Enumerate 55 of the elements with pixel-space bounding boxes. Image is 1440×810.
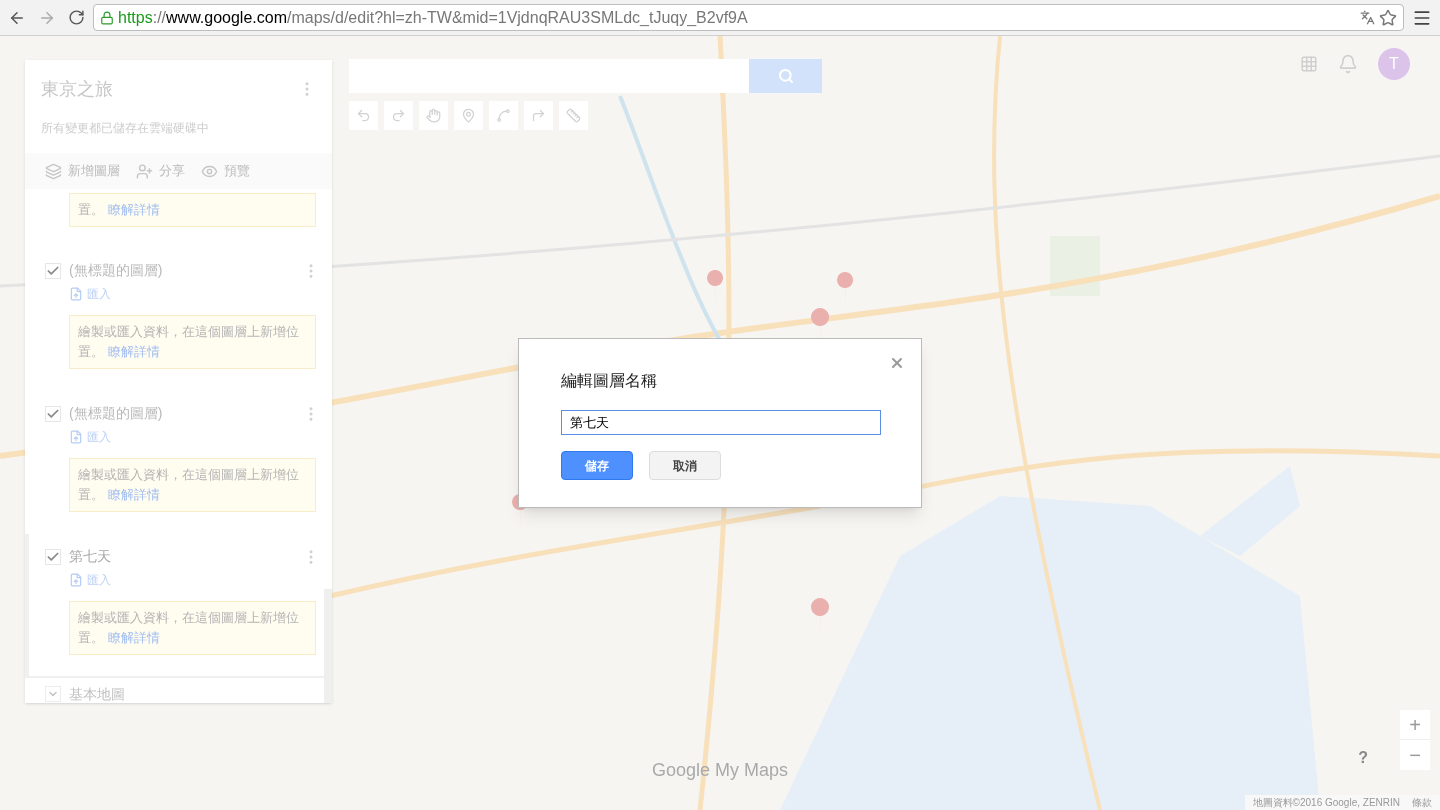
tip-text: 繪製或匯入資料，在這個圖層上新增位置。 瞭解詳情 <box>78 466 300 504</box>
learn-more-link[interactable]: 瞭解詳情 <box>107 202 160 217</box>
directions-icon[interactable] <box>524 101 553 130</box>
layer-checkbox[interactable] <box>45 405 61 422</box>
layer-name[interactable]: (無標題的圖層) <box>69 403 302 424</box>
import-button[interactable]: 匯入 <box>69 571 111 589</box>
tip-text: 置。 瞭解詳情 <box>78 201 161 219</box>
import-button[interactable]: 匯入 <box>69 285 111 303</box>
toolbar-action[interactable]: 分享 <box>136 161 185 181</box>
zoom-in-button[interactable]: + <box>1400 710 1430 740</box>
layer-checkbox[interactable] <box>45 262 61 279</box>
address-bar[interactable]: https://www.google.com/maps/d/edit?hl=zh-TW&mid=1VjdnqRAU3SMLdc_tJuqy_B2vf9A <box>93 4 1404 31</box>
url-text: https://www.google.com/maps/d/edit?hl=zh-TW&mid=1VjdnqRAU3SMLdc_tJuqy_B2vf9A <box>118 7 749 28</box>
help-icon[interactable]: ? <box>1358 746 1368 770</box>
toolbar-action[interactable]: 新增圖層 <box>45 161 120 181</box>
undo-icon[interactable] <box>349 101 378 130</box>
tip-text: 繪製或匯入資料，在這個圖層上新增位置。 瞭解詳情 <box>78 323 300 361</box>
toolbar-action[interactable]: 預覽 <box>201 161 250 181</box>
layer-name-input[interactable]: 第七天 <box>561 410 881 435</box>
terms-link[interactable]: 條款 <box>1412 795 1432 810</box>
search-field[interactable] <box>349 59 749 93</box>
search-button[interactable] <box>749 59 822 93</box>
layer-name[interactable]: 第七天 <box>69 546 302 567</box>
import-button[interactable]: 匯入 <box>69 428 111 446</box>
layer-name[interactable]: (無標題的圖層) <box>69 260 302 281</box>
star-icon[interactable] <box>1379 8 1397 27</box>
file-upload-icon <box>69 430 83 444</box>
my-maps-logo: Google My Maps <box>652 759 789 782</box>
close-icon[interactable] <box>889 355 905 371</box>
marker-icon[interactable] <box>454 101 483 130</box>
ruler-icon[interactable] <box>559 101 588 130</box>
learn-more-link[interactable]: 瞭解詳情 <box>107 630 160 645</box>
zoom-out-button[interactable]: − <box>1400 740 1430 770</box>
base-map-toggle[interactable] <box>45 686 61 702</box>
notifications-icon[interactable] <box>1338 54 1358 74</box>
layers-icon <box>45 162 62 180</box>
file-upload-icon <box>69 287 83 301</box>
lock-icon <box>100 10 114 25</box>
reload-icon[interactable] <box>68 9 85 26</box>
redo-icon[interactable] <box>384 101 413 130</box>
base-map-label[interactable]: 基本地圖 <box>69 683 125 703</box>
file-upload-icon <box>69 573 83 587</box>
layer-checkbox[interactable] <box>45 548 61 565</box>
learn-more-link[interactable]: 瞭解詳情 <box>107 487 160 502</box>
learn-more-link[interactable]: 瞭解詳情 <box>107 344 160 359</box>
cancel-button[interactable]: 取消 <box>649 451 721 480</box>
dialog-title: 編輯圖層名稱 <box>561 371 658 391</box>
hand-icon[interactable] <box>419 101 448 130</box>
share-icon <box>136 162 153 180</box>
apps-icon[interactable] <box>1300 55 1318 73</box>
attribution-text: 地圖資料©2016 Google, ZENRIN <box>1252 796 1400 810</box>
translate-icon[interactable] <box>1360 10 1375 25</box>
tip-text: 繪製或匯入資料，在這個圖層上新增位置。 瞭解詳情 <box>78 609 300 647</box>
search-icon <box>777 68 794 84</box>
save-button[interactable]: 儲存 <box>561 451 633 480</box>
